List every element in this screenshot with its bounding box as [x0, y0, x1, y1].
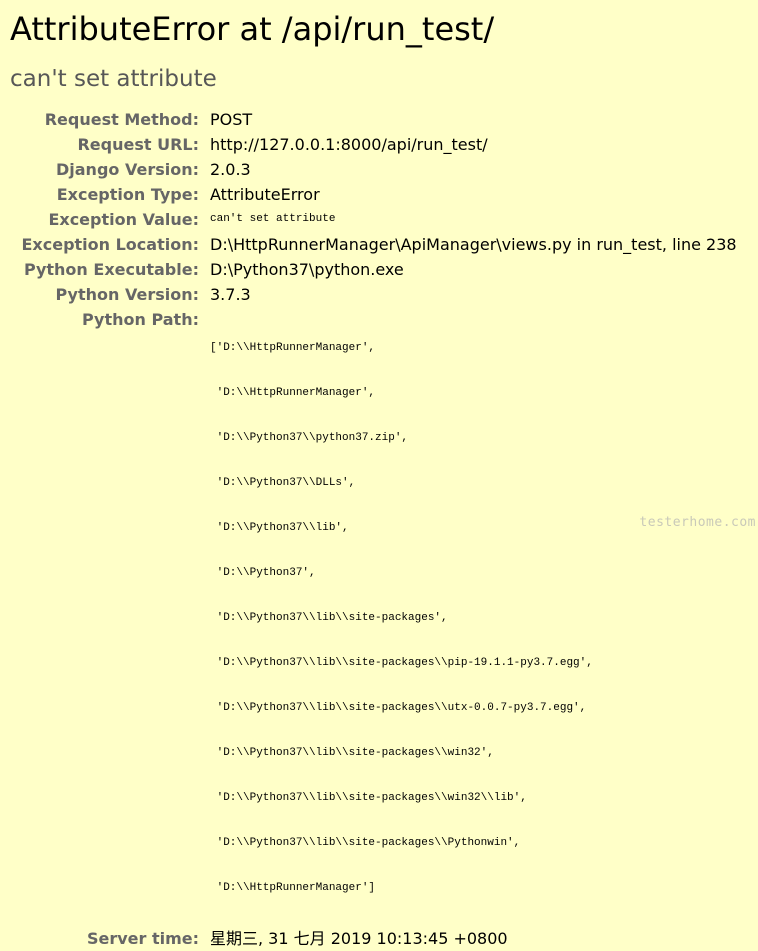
meta-row-exception-value: Exception Value: can't set attribute — [0, 207, 737, 232]
meta-row-exception-location: Exception Location: D:\HttpRunnerManager… — [0, 232, 737, 257]
meta-label: Python Path: — [82, 310, 199, 329]
meta-label: Django Version: — [55, 160, 199, 179]
python-path-line: ['D:\\HttpRunnerManager', — [210, 342, 376, 354]
watermark: testerhome.com — [639, 515, 756, 530]
exception-value: can't set attribute — [210, 213, 336, 225]
python-path-line: 'D:\\Python37\\lib\\site-packages\\utx-0… — [210, 702, 587, 714]
meta-label: Python Executable: — [23, 260, 199, 279]
meta-value: AttributeError — [210, 185, 320, 204]
meta-row-request-url: Request URL: http://127.0.0.1:8000/api/r… — [0, 132, 737, 157]
python-path-line: 'D:\\Python37\\lib\\site-packages\\win32… — [210, 792, 527, 804]
meta-label: Python Version: — [55, 285, 199, 304]
meta-value: D:\Python37\python.exe — [210, 260, 404, 279]
python-path-line: 'D:\\Python37\\lib\\site-packages\\win32… — [210, 747, 494, 759]
meta-row-request-method: Request Method: POST — [0, 107, 737, 132]
meta-row-django-version: Django Version: 2.0.3 — [0, 157, 737, 182]
meta-value: D:\HttpRunnerManager\ApiManager\views.py… — [210, 235, 737, 254]
meta-value: 2.0.3 — [210, 160, 251, 179]
page-subtitle: can't set attribute — [10, 66, 217, 92]
meta-value: 星期三, 31 七月 2019 10:13:45 +0800 — [210, 929, 508, 948]
meta-row-server-time: Server time: 星期三, 31 七月 2019 10:13:45 +0… — [0, 926, 737, 951]
meta-value: 3.7.3 — [210, 285, 251, 304]
python-path-line: 'D:\\Python37', — [210, 567, 316, 579]
meta-label: Request URL: — [77, 135, 199, 154]
python-path-line: 'D:\\Python37\\DLLs', — [210, 477, 356, 489]
python-path-line: 'D:\\Python37\\python37.zip', — [210, 432, 409, 444]
python-path-line: 'D:\\HttpRunnerManager', — [210, 387, 376, 399]
meta-label: Request Method: — [44, 110, 199, 129]
meta-label: Exception Value: — [48, 210, 199, 229]
meta-label: Exception Location: — [21, 235, 199, 254]
python-path-line: 'D:\\Python37\\lib\\site-packages\\Pytho… — [210, 837, 521, 849]
meta-value: http://127.0.0.1:8000/api/run_test/ — [210, 135, 488, 154]
meta-row-python-path: Python Path: ['D:\\HttpRunnerManager', '… — [0, 307, 737, 926]
meta-row-python-executable: Python Executable: D:\Python37\python.ex… — [0, 257, 737, 282]
request-meta-table: Request Method: POST Request URL: http:/… — [0, 107, 737, 951]
meta-label: Exception Type: — [56, 185, 199, 204]
meta-label: Server time: — [86, 929, 199, 948]
page-title: AttributeError at /api/run_test/ — [10, 10, 495, 48]
python-path-line: 'D:\\Python37\\lib\\site-packages\\pip-1… — [210, 657, 593, 669]
python-path-line: 'D:\\HttpRunnerManager'] — [210, 882, 376, 894]
python-path-line: 'D:\\Python37\\lib\\site-packages', — [210, 612, 448, 624]
meta-row-python-version: Python Version: 3.7.3 — [0, 282, 737, 307]
meta-row-exception-type: Exception Type: AttributeError — [0, 182, 737, 207]
meta-value: POST — [210, 110, 253, 129]
python-path-list: ['D:\\HttpRunnerManager', 'D:\\HttpRunne… — [210, 307, 737, 926]
